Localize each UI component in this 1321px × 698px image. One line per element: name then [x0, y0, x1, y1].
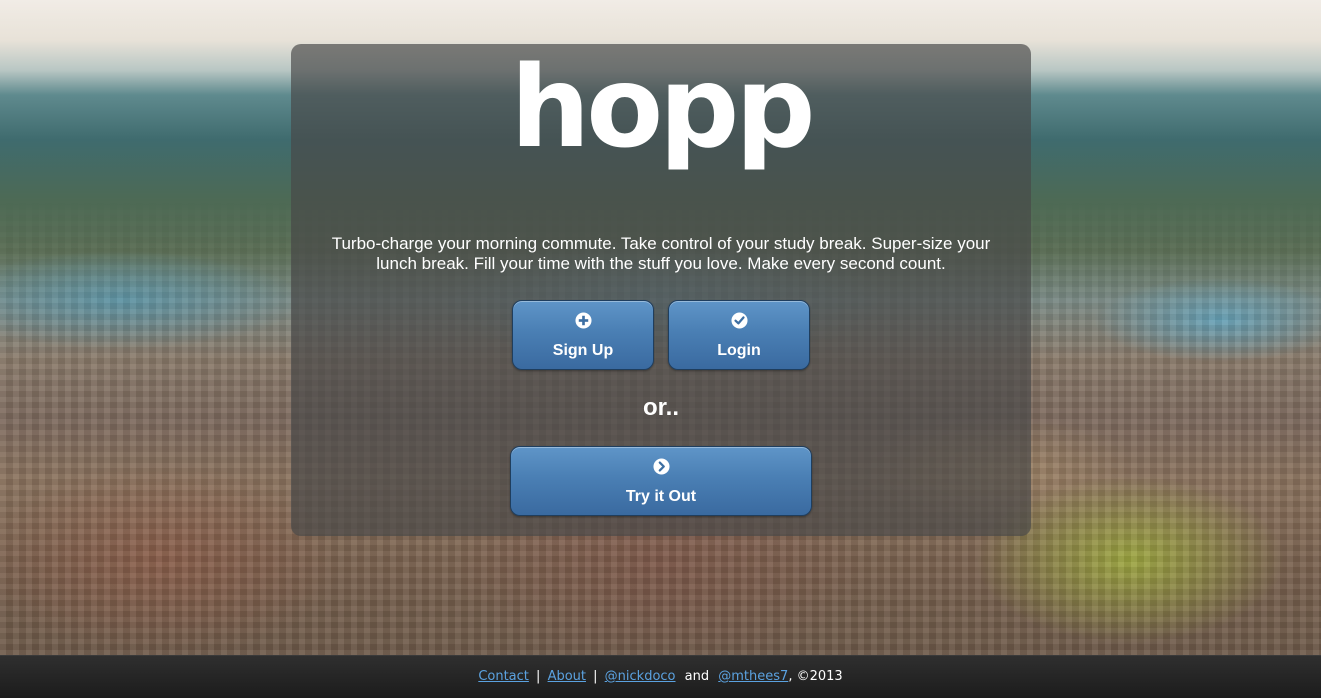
tagline-line-1: Turbo-charge your morning commute. Take …: [331, 234, 991, 253]
try-it-out-label: Try it Out: [625, 488, 697, 505]
page: hopp Turbo-charge your morning commute. …: [0, 0, 1321, 698]
try-it-out-button[interactable]: Try it Out: [510, 446, 812, 516]
sign-up-label: Sign Up: [552, 342, 614, 359]
copyright-text: , ©2013: [788, 669, 843, 684]
footer: Contact | About | @nickdoco and @mthees7…: [0, 655, 1321, 698]
contact-link[interactable]: Contact: [478, 669, 529, 684]
or-separator: or..: [642, 394, 679, 421]
about-link[interactable]: About: [548, 669, 586, 684]
login-label: Login: [717, 342, 761, 359]
nickdoco-link[interactable]: @nickdoco: [605, 669, 676, 684]
footer-separator: |: [593, 669, 598, 684]
tagline-line-2: lunch break. Fill your time with the stu…: [376, 254, 946, 273]
login-button[interactable]: Login: [668, 300, 810, 370]
tagline: Turbo-charge your morning commute. Take …: [291, 234, 1031, 274]
check-circle-icon: [730, 312, 748, 329]
footer-and-text: and: [684, 669, 710, 684]
chevron-right-circle-icon: [652, 458, 670, 475]
sign-up-button[interactable]: Sign Up: [512, 300, 654, 370]
mthees7-link[interactable]: @mthees7: [718, 669, 788, 684]
plus-circle-icon: [574, 312, 592, 329]
footer-separator: |: [536, 669, 541, 684]
hopp-logo: hopp: [510, 43, 815, 173]
hero-panel: hopp Turbo-charge your morning commute. …: [291, 44, 1031, 536]
